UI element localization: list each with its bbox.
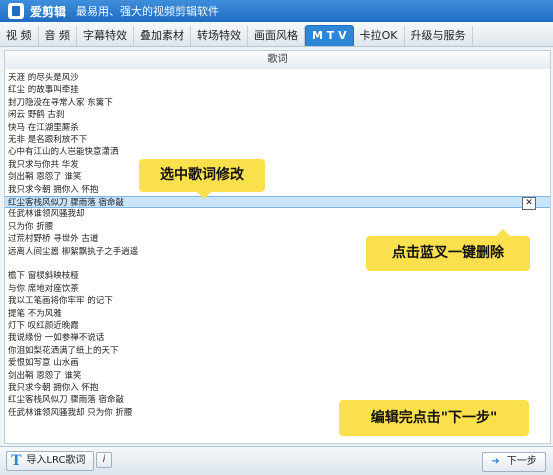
lyric-row[interactable]: 快马 在江湖里厮杀: [5, 122, 550, 134]
lyric-row[interactable]: 檐下 窗棂斜映枝桠: [5, 270, 550, 282]
lyric-row[interactable]: 心中有江山的人岂能快意潇洒: [5, 146, 550, 158]
text-t-icon: T: [11, 453, 22, 469]
lyric-row[interactable]: 爱恨如写意 山水画: [5, 357, 550, 369]
lyric-row[interactable]: 我只求与你共 华发: [5, 159, 550, 171]
lyric-text: 闲云 野鹤 古刹: [8, 110, 65, 121]
lyric-text: 剑出鞘 恩怨了 谁笑: [8, 172, 82, 183]
tab-karaoke[interactable]: 卡拉OK: [354, 26, 405, 46]
next-step-button[interactable]: ➜ 下一步: [482, 452, 546, 472]
lyric-row[interactable]: 我以工笔画将你牢牢 的记下: [5, 295, 550, 307]
lyric-text: 我只求今朝 拥你入 怀抱: [8, 184, 99, 195]
tab-audio[interactable]: 音 频: [39, 26, 77, 46]
lyrics-column-header: 歌词: [4, 50, 551, 70]
lyric-row[interactable]: 我只求今朝 拥你入 怀抱: [5, 184, 550, 196]
callout-select-lyric: 选中歌词修改: [139, 159, 265, 199]
app-name: 爱剪辑: [30, 4, 67, 19]
lyric-text: 只为你 折腰: [8, 221, 54, 232]
lyric-text: 灯下 叹红颜近晚霞: [8, 321, 79, 331]
lyric-text: 爱恨如写意 山水画: [8, 358, 79, 369]
tab-bar: 视 频 音 频 字幕特效 叠加素材 转场特效 画面风格 M T V 卡拉OK 升…: [0, 22, 553, 47]
tab-transition-effects[interactable]: 转场特效: [191, 26, 248, 46]
lyric-text: 檐下 窗棂斜映枝桠: [8, 271, 79, 282]
lyric-text: 提笔 不为风雅: [8, 308, 62, 319]
lyric-text: 剑出鞘 恩怨了 谁笑: [8, 370, 82, 381]
lyric-text: 红尘客栈风似刀 骤雨落 宿命敲: [8, 395, 124, 406]
lyric-text: 我只求与你共 华发: [8, 159, 79, 170]
lyric-text: 封刀隐没在寻常人家 东篱下: [8, 97, 113, 108]
title-bar: 爱剪辑 最易用、强大的视频剪辑软件: [0, 0, 553, 22]
lyric-text: 你泪如梨花洒满了纸上的天下: [8, 345, 119, 356]
tab-video[interactable]: 视 频: [0, 26, 39, 46]
lyric-row[interactable]: 剑出鞘 恩怨了 谁笑: [5, 171, 550, 183]
info-button[interactable]: i: [96, 452, 112, 468]
tab-overlay-material[interactable]: 叠加素材: [134, 26, 191, 46]
callout-delete-hint: 点击蓝叉一键删除: [366, 229, 530, 271]
lyric-text: 我以工笔画将你牢牢 的记下: [8, 296, 113, 307]
lyric-row[interactable]: 无非 是名跟利放不下: [5, 134, 550, 146]
callout-next-hint: 编辑完点击"下一步": [339, 400, 529, 436]
lyric-row[interactable]: 我说缘份 一如参禅不说话: [5, 332, 550, 344]
lyric-text: 任武林谁领风骚我却 只为你 折腰: [8, 407, 133, 418]
lyric-text: 红尘 的故事叫牵挂: [8, 85, 79, 96]
lyric-row[interactable]: 灯下 叹红颜近晚霞: [5, 320, 550, 332]
lyric-text: 天涯 的尽头是风沙: [8, 73, 79, 83]
app-subtitle: 最易用、强大的视频剪辑软件: [76, 5, 220, 18]
next-step-label: 下一步: [506, 456, 537, 467]
tab-upgrade-service[interactable]: 升级与服务: [405, 26, 473, 46]
lyric-row[interactable]: 剑出鞘 恩怨了 谁笑: [5, 370, 550, 382]
import-lrc-button[interactable]: T 导入LRC歌词: [6, 451, 95, 471]
arrow-right-icon: ➜: [491, 456, 500, 467]
lyric-text: 红尘客栈风似刀 骤雨落 宿命敲: [8, 198, 124, 208]
lyric-row[interactable]: 提笔 不为风雅: [5, 308, 550, 320]
lyric-row[interactable]: 只为你 折腰: [5, 221, 550, 233]
lyric-text: 过荒村野桥 寻世外 古道: [8, 234, 99, 245]
tab-mtv[interactable]: M T V: [305, 25, 354, 46]
lyric-row[interactable]: 与你 席地对座饮茶: [5, 283, 550, 295]
lyric-row[interactable]: 你泪如梨花洒满了纸上的天下: [5, 345, 550, 357]
lyric-text: 与你 席地对座饮茶: [8, 283, 79, 294]
lyric-row[interactable]: 任武林谁领风骚我却: [5, 208, 550, 220]
bottom-toolbar: T 导入LRC歌词 i ➜ 下一步: [0, 446, 553, 475]
lyric-text: 远离人间尘嚣 柳絮飘执子之手逍遥: [8, 246, 139, 257]
lyric-row[interactable]: 闲云 野鹤 古刹: [5, 109, 550, 121]
lyric-text: 任武林谁领风骚我却: [8, 209, 85, 220]
app-logo-icon: [8, 3, 24, 19]
lyric-row[interactable]: 红尘 的故事叫牵挂: [5, 84, 550, 96]
lyric-row[interactable]: 天涯 的尽头是风沙: [5, 72, 550, 84]
lyric-text: 无非 是名跟利放不下: [8, 135, 88, 145]
lyric-row[interactable]: 我只求今朝 拥你入 怀抱: [5, 382, 550, 394]
lyric-text: 我说缘份 一如参禅不说话: [8, 333, 105, 344]
lyric-text: 快马 在江湖里厮杀: [8, 122, 79, 133]
import-lrc-label: 导入LRC歌词: [26, 455, 86, 466]
lyric-row[interactable]: 封刀隐没在寻常人家 东篱下: [5, 97, 550, 109]
tab-picture-style[interactable]: 画面风格: [248, 26, 305, 46]
lyric-row-selected[interactable]: 红尘客栈风似刀 骤雨落 宿命敲 ✕: [5, 196, 550, 210]
lyric-text: 我只求今朝 拥你入 怀抱: [8, 383, 99, 393]
tab-subtitle-effects[interactable]: 字幕特效: [77, 26, 134, 46]
lyric-text: 心中有江山的人岂能快意潇洒: [8, 147, 119, 158]
